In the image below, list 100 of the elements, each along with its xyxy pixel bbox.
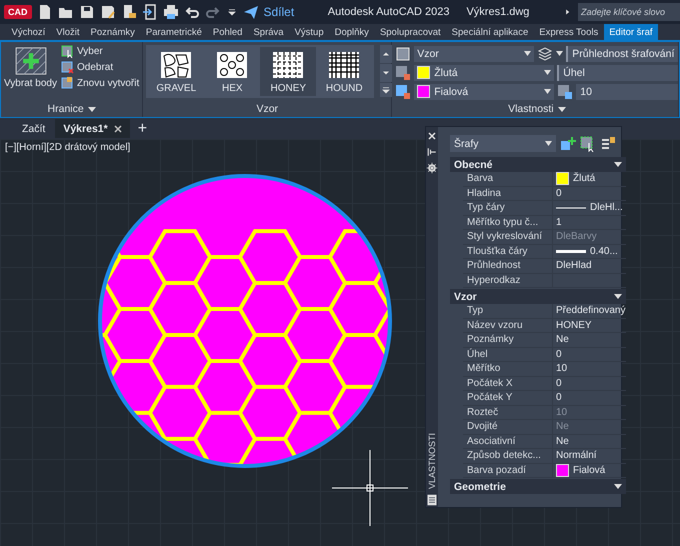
ribbon-tab[interactable]: Vložit [50,24,86,40]
ribbon-tab[interactable]: Poznámky [85,24,140,40]
print-icon[interactable] [162,4,178,20]
property-label: Barva pozadí [463,464,553,477]
ribbon-tab[interactable]: Speciální aplikace [446,24,534,40]
caret-icon[interactable] [88,106,96,112]
viewport-label[interactable]: [−][Horní][2D drátový model] [5,142,130,153]
ribbon-button[interactable]: Znovu vytvořit [61,77,140,90]
background-color-icon[interactable] [395,84,412,100]
caret-icon[interactable] [614,484,622,489]
property-label: Tloušťka čáry [463,244,553,258]
ribbon-tab[interactable]: Editor šraf [604,24,658,40]
property-value[interactable]: 0 [556,188,562,199]
pattern-item[interactable]: HEX [204,47,260,96]
pattern-item[interactable]: HOUND [316,47,372,96]
search-field[interactable]: Zadejte klíčové slovo [578,3,680,21]
app-logo[interactable]: CAD [4,5,32,19]
save-as-icon[interactable] [100,4,116,20]
property-label: Asociativní [463,434,553,448]
panel-title[interactable]: Hranice [48,103,84,115]
property-value[interactable]: 0 [556,348,562,360]
import-icon[interactable] [142,4,158,20]
select-objects-icon [61,45,74,58]
scroll-up-icon[interactable] [380,45,392,63]
background-color-dropdown[interactable]: Fialová [414,84,554,100]
close-icon[interactable] [114,124,122,132]
layers-icon[interactable] [537,46,554,62]
ribbon-tab[interactable]: Parametrické [140,24,208,40]
property-value[interactable]: DleHlad [556,260,592,272]
settings-icon[interactable] [426,162,438,174]
ribbon-tab[interactable]: Spolupracovat [374,24,446,40]
property-value[interactable]: Fialová [573,464,606,476]
property-value[interactable]: 10 [556,363,568,374]
angle-field[interactable]: Úhel [557,64,678,80]
property-label: Rozteč [463,406,553,419]
caret-icon[interactable] [544,89,552,94]
hatch-type-icon[interactable] [395,46,412,62]
section-header[interactable]: Geometrie [450,479,626,494]
property-value[interactable]: Ne [556,436,569,447]
property-value[interactable]: 1 [556,216,562,228]
caret-icon[interactable] [614,294,622,299]
caret-icon[interactable] [614,162,622,167]
section-header[interactable]: Obecné [450,157,626,172]
property-label: Hladina [463,186,553,200]
property-value[interactable]: Žlutá [573,173,596,184]
caret-icon[interactable] [556,51,564,56]
property-value[interactable]: 0 [556,392,562,404]
pin-icon[interactable] [426,146,438,158]
caret-icon[interactable] [545,141,552,146]
hatch-color-icon[interactable] [395,64,412,80]
property-value[interactable]: Předdefinovaný [556,305,626,316]
share-icon[interactable] [242,4,258,20]
document-tab[interactable]: Výkres1* [55,119,130,138]
property-label: Počátek X [463,376,553,390]
transparency-field[interactable]: Průhlednost šrafování [566,46,678,62]
pattern-item[interactable]: GRAVEL [148,47,204,96]
ribbon-tab[interactable]: Výstup [289,24,330,40]
scale-icon[interactable] [557,84,574,100]
caret-icon[interactable] [544,70,552,75]
toggle-pickadd-icon[interactable] [560,136,576,152]
property-label: Úhel [463,348,553,361]
quick-select-icon[interactable] [600,136,616,152]
hatch-color-dropdown[interactable]: Žlutá [414,64,554,80]
property-value[interactable]: 0.40... [590,246,618,257]
section-header[interactable]: Vzor [450,289,626,304]
hatch-add-icon [14,47,46,75]
caret-icon[interactable] [558,106,566,112]
property-label: Průhlednost [463,259,553,272]
property-label: Způsob detekc... [463,449,553,462]
pattern-preview-icon [329,52,360,78]
scale-field[interactable]: 10 [576,84,678,100]
hatch-type-dropdown[interactable]: Vzor [414,46,534,62]
ribbon-button[interactable]: Vyber [61,45,140,58]
new-tab-button[interactable]: + [132,120,154,138]
expand-gallery-icon[interactable] [380,83,392,97]
select-objects-icon[interactable] [580,136,596,152]
ribbon-tab[interactable]: Pohled [207,24,248,40]
property-value[interactable]: Normální [556,450,597,462]
share-link[interactable]: Sdílet [264,5,294,19]
save-icon[interactable] [78,4,94,20]
property-value[interactable]: HONEY [556,320,592,331]
ribbon-tab[interactable]: Express Tools [534,24,604,40]
object-type-dropdown[interactable]: Šrafy [450,135,556,152]
close-icon[interactable] [426,130,438,142]
panel-title[interactable]: Vlastnosti [508,103,554,115]
palette-menu-icon[interactable] [426,493,438,507]
property-label: Poznámky [463,333,553,346]
scroll-down-icon[interactable] [380,64,392,82]
document-tab[interactable]: Začít [14,119,54,138]
ribbon-button[interactable]: Odebrat [61,61,140,74]
panel-title: Vzor [256,103,278,115]
ribbon-tab[interactable]: Doplňky [329,24,374,40]
pattern-item[interactable]: HONEY [260,47,316,96]
ribbon-tab[interactable]: Výchozí [6,24,51,40]
ribbon-tab[interactable]: Správa [248,24,290,40]
property-value[interactable]: 0 [556,378,562,389]
caret-icon[interactable] [524,51,532,56]
property-value[interactable]: Ne [556,334,569,346]
pick-points-button[interactable]: Vybrat body [4,45,57,98]
property-value[interactable]: DleHl... [590,202,623,214]
